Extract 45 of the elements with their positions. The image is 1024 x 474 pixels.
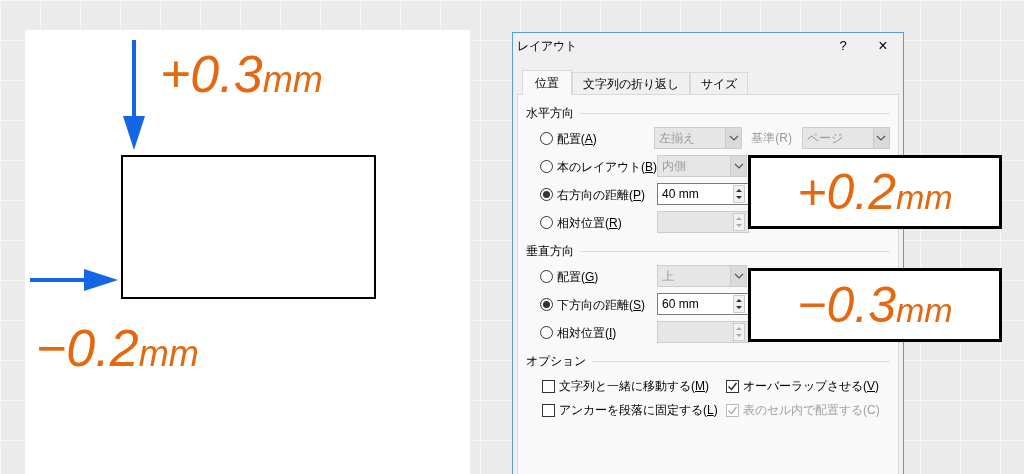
offset-label: −0.2mm bbox=[36, 319, 199, 377]
radio-button[interactable] bbox=[540, 215, 553, 229]
close-button[interactable]: × bbox=[863, 34, 903, 58]
option-label: オーバーラップさせる(V) bbox=[743, 378, 879, 395]
chevron-down-icon bbox=[728, 135, 739, 141]
chevron-down-icon bbox=[733, 163, 744, 169]
right-arrow-icon bbox=[30, 268, 118, 292]
radio-button[interactable] bbox=[540, 159, 553, 173]
dialog-title: レイアウト bbox=[517, 38, 577, 55]
spin-field[interactable]: 40 mm bbox=[657, 183, 749, 205]
field-label: 基準(R) bbox=[751, 130, 793, 147]
down-arrow-icon bbox=[122, 40, 146, 150]
option-label: 相対位置(I) bbox=[557, 326, 617, 340]
spin-arrows-icon[interactable] bbox=[733, 295, 745, 313]
option-label: アンカーを段落に固定する(L) bbox=[559, 402, 718, 419]
chevron-down-icon bbox=[876, 135, 887, 141]
checkbox[interactable] bbox=[542, 379, 555, 393]
checkbox[interactable] bbox=[726, 379, 739, 393]
radio-button[interactable] bbox=[540, 325, 553, 339]
option-label: 本のレイアウト(B) bbox=[557, 160, 657, 174]
option-label: 文字列と一緒に移動する(M) bbox=[559, 378, 709, 395]
chevron-down-icon bbox=[733, 273, 744, 279]
help-button[interactable]: ? bbox=[823, 34, 863, 58]
tab[interactable]: 位置 bbox=[522, 70, 572, 95]
radio-button[interactable] bbox=[540, 297, 553, 311]
offset-label: +0.3mm bbox=[160, 45, 323, 103]
option-label: 表のセル内で配置する(C) bbox=[743, 402, 880, 419]
section-heading: 水平方向 bbox=[526, 105, 574, 122]
tab[interactable]: 文字列の折り返し bbox=[572, 72, 690, 94]
checkbox[interactable] bbox=[542, 403, 555, 417]
option-label: 相対位置(R) bbox=[557, 216, 622, 230]
radio-button[interactable] bbox=[540, 269, 553, 283]
spin-field[interactable]: 60 mm bbox=[657, 293, 749, 315]
option-label: 右方向の距離(P) bbox=[557, 188, 645, 202]
offset-label: +0.2mm bbox=[797, 167, 953, 217]
option-label: 下方向の距離(S) bbox=[557, 298, 645, 312]
option-label: 配置(A) bbox=[556, 132, 597, 146]
option-label: 配置(G) bbox=[557, 270, 599, 284]
offset-label: −0.3mm bbox=[797, 280, 953, 330]
radio-button[interactable] bbox=[540, 187, 553, 201]
radio-button[interactable] bbox=[540, 131, 553, 145]
spin-arrows-icon[interactable] bbox=[733, 185, 745, 203]
section-heading: オプション bbox=[526, 353, 586, 370]
section-heading: 垂直方向 bbox=[526, 243, 574, 260]
tab[interactable]: サイズ bbox=[690, 72, 748, 94]
